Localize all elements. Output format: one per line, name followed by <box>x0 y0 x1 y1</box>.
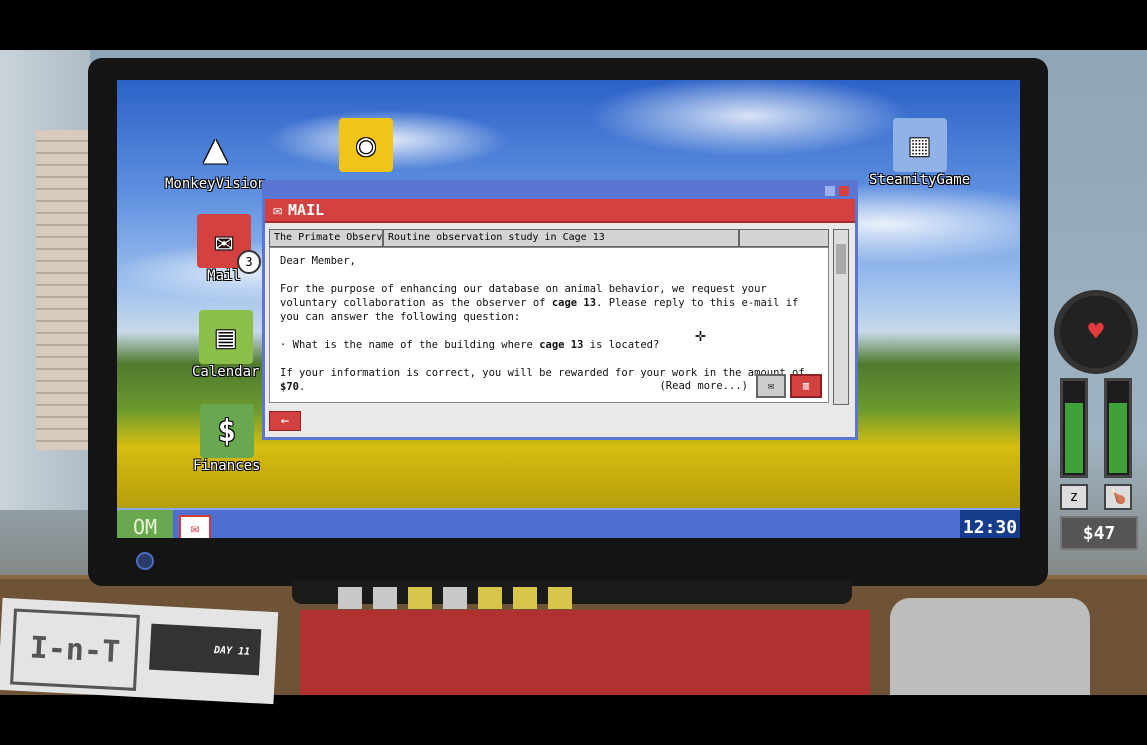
keyboard-keys <box>338 587 572 609</box>
minimize-icon[interactable] <box>825 186 835 196</box>
key[interactable] <box>338 587 362 609</box>
tab-subject[interactable]: Routine observation study in Cage 13 <box>383 229 739 247</box>
mail-title: MAIL <box>288 201 325 219</box>
key[interactable] <box>513 587 537 609</box>
taskbar-mail-icon[interactable]: ✉ <box>179 515 211 538</box>
calendar-icon: ▤ <box>198 310 253 364</box>
mail-scrollbar[interactable] <box>833 229 849 405</box>
telephone <box>890 598 1090 695</box>
day-counter: DAY 11 <box>149 623 262 676</box>
crosshair-cursor-icon: ✛ <box>695 325 706 346</box>
desktop-icon-steamitygame[interactable]: ▦ SteamityGame <box>869 118 970 188</box>
newspaper-logo: I-n-T <box>10 608 140 691</box>
power-button[interactable] <box>136 552 154 570</box>
tab-sender[interactable]: The Primate Observa... <box>269 229 383 247</box>
globe-icon: ◉ <box>339 118 393 172</box>
paragraph-request: For the purpose of enhancing our databas… <box>280 283 799 323</box>
desktop-screen: ▲ MonkeyVision ◉ ▦ SteamityGame ✉ 3 Mail… <box>117 80 1020 538</box>
reply-icon[interactable]: ✉ <box>756 374 786 398</box>
icon-label: Calendar <box>192 364 260 380</box>
monkey-icon: ▲ <box>203 126 228 172</box>
notebook <box>300 610 870 695</box>
mail-window[interactable]: ✉ MAIL The Primate Observa... Routine ob… <box>262 180 858 440</box>
tab-blank[interactable] <box>739 229 829 247</box>
icon-label: Mail <box>207 268 241 284</box>
food-icon: 🍗 <box>1104 484 1132 510</box>
key[interactable] <box>548 587 572 609</box>
dollar-icon: $ <box>199 404 254 458</box>
building-background <box>36 130 90 450</box>
sleep-icon: z <box>1060 484 1088 510</box>
food-gauge <box>1104 378 1132 478</box>
mail-header: ✉ MAIL <box>265 199 855 223</box>
window-titlebar[interactable] <box>265 183 855 199</box>
desktop-icon-monkeyvision[interactable]: ▲ MonkeyVision <box>165 122 266 192</box>
desktop-icon-calendar[interactable]: ▤ Calendar <box>192 310 259 380</box>
heart-icon: ♥ <box>1054 290 1138 374</box>
close-icon[interactable] <box>839 186 849 196</box>
money-display: $47 <box>1060 516 1138 550</box>
icon-label: Finances <box>193 458 261 474</box>
key[interactable] <box>443 587 467 609</box>
back-arrow-icon[interactable]: ← <box>269 411 301 431</box>
icon-label: MonkeyVision <box>165 176 267 192</box>
desktop-icon-finances[interactable]: $ Finances <box>193 404 260 474</box>
desktop-icon-mail[interactable]: ✉ 3 Mail <box>197 214 261 284</box>
trash-icon[interactable]: ▥ <box>790 374 822 398</box>
taskbar: OM ✉ 12:30 <box>117 508 1020 538</box>
read-more-link[interactable]: (Read more...) <box>659 379 748 393</box>
start-button[interactable]: OM <box>117 510 173 538</box>
question: · What is the name of the building where… <box>280 339 660 351</box>
scroll-thumb[interactable] <box>836 244 846 274</box>
status-hud: ♥ z 🍗 $47 <box>1050 290 1142 550</box>
key[interactable] <box>373 587 397 609</box>
unread-badge: 3 <box>237 250 261 274</box>
key[interactable] <box>408 587 432 609</box>
sleep-gauge <box>1060 378 1088 478</box>
sleep-gauge-fill <box>1065 402 1083 473</box>
mail-body: Dear Member, For the purpose of enhancin… <box>269 247 829 403</box>
mail-tabs: The Primate Observa... Routine observati… <box>269 229 829 247</box>
grid-icon: ▦ <box>892 118 947 172</box>
clock: 12:30 <box>960 510 1020 538</box>
envelope-icon: ✉ <box>273 201 283 219</box>
key[interactable] <box>478 587 502 609</box>
desktop-icon-globe[interactable]: ◉ <box>339 118 393 172</box>
newspaper[interactable]: I-n-T DAY 11 <box>0 597 279 705</box>
mail-icon: ✉ 3 <box>197 214 261 274</box>
icon-label: SteamityGame <box>869 172 971 188</box>
food-gauge-fill <box>1109 402 1127 473</box>
greeting: Dear Member, <box>280 255 356 267</box>
